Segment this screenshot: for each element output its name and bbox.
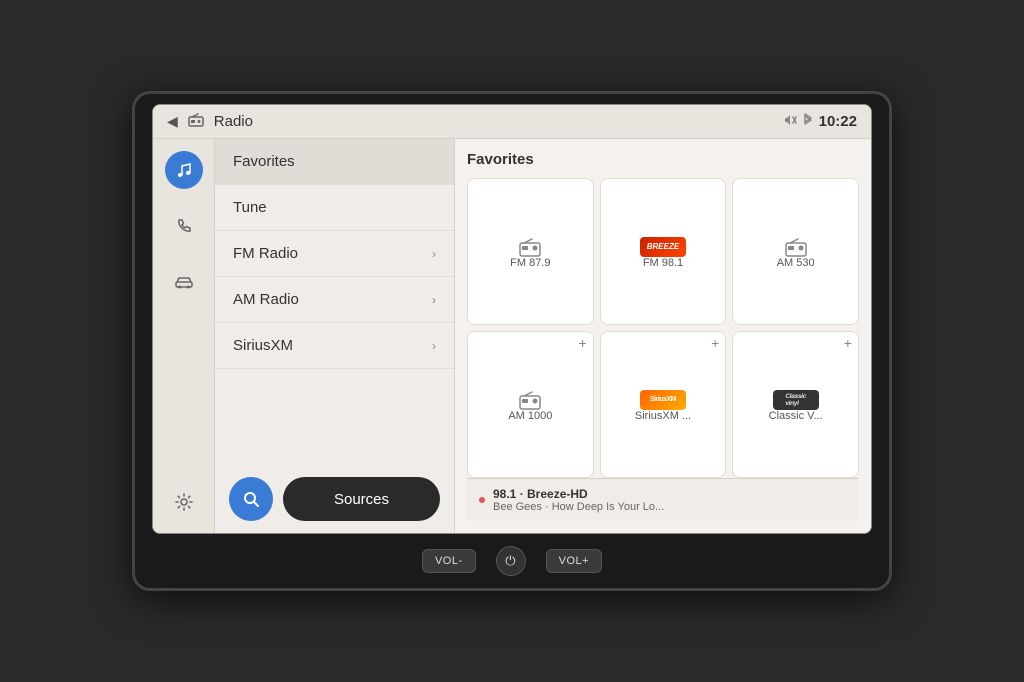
favorite-classic-vinyl[interactable]: + Classicvinyl Classic V... bbox=[732, 331, 859, 478]
add-favorite-button[interactable]: + bbox=[711, 336, 719, 350]
sidebar-item-phone[interactable] bbox=[165, 207, 203, 245]
now-playing-track: Bee Gees · How Deep Is Your Lo... bbox=[493, 501, 847, 513]
screen-header: ◀ Radio bbox=[153, 105, 871, 139]
bluetooth-icon bbox=[803, 113, 813, 130]
now-playing-bar: 98.1 · Breeze-HD Bee Gees · How Deep Is … bbox=[467, 478, 859, 521]
search-button[interactable] bbox=[229, 477, 273, 521]
infotainment-screen: ◀ Radio bbox=[152, 104, 872, 534]
fav-label-am530: AM 530 bbox=[777, 257, 815, 269]
menu-item-siriusxm[interactable]: SiriusXM › bbox=[215, 323, 454, 369]
screen-body: Favorites Tune FM Radio › AM Radio › Sir… bbox=[153, 139, 871, 533]
app-sidebar bbox=[153, 139, 215, 533]
siriusxm-logo: SiriusXM bbox=[640, 390, 686, 410]
sources-button[interactable]: Sources bbox=[283, 477, 440, 521]
add-favorite-button[interactable]: + bbox=[844, 336, 852, 350]
menu-item-favorites[interactable]: Favorites bbox=[215, 139, 454, 185]
mute-icon bbox=[783, 114, 797, 129]
sidebar-item-music[interactable] bbox=[165, 151, 203, 189]
now-playing-indicator bbox=[479, 497, 485, 503]
now-playing-station: 98.1 · Breeze-HD bbox=[493, 487, 847, 501]
fav-label-fm879: FM 87.9 bbox=[510, 257, 550, 269]
favorites-grid: FM 87.9 BREEZE FM 98.1 bbox=[467, 178, 859, 478]
favorite-am-530[interactable]: AM 530 bbox=[732, 178, 859, 325]
car-infotainment-frame: ◀ Radio bbox=[132, 91, 892, 591]
vol-minus-button[interactable]: VOL- bbox=[422, 549, 476, 573]
content-panel: Favorites FM 87.9 bbox=[455, 139, 871, 533]
classic-vinyl-logo: Classicvinyl bbox=[773, 390, 819, 410]
radio-icon bbox=[518, 390, 542, 410]
back-button[interactable]: ◀ bbox=[167, 113, 178, 130]
chevron-right-icon: › bbox=[432, 247, 436, 261]
menu-panel: Favorites Tune FM Radio › AM Radio › Sir… bbox=[215, 139, 455, 533]
menu-item-am-radio[interactable]: AM Radio › bbox=[215, 277, 454, 323]
now-playing-info: 98.1 · Breeze-HD Bee Gees · How Deep Is … bbox=[493, 487, 847, 513]
power-button[interactable]: ⏻ bbox=[496, 546, 526, 576]
menu-item-tune[interactable]: Tune bbox=[215, 185, 454, 231]
chevron-right-icon: › bbox=[432, 339, 436, 353]
add-favorite-button[interactable]: + bbox=[578, 336, 586, 350]
fm981-logo: BREEZE bbox=[640, 237, 686, 257]
favorite-fm-87-9[interactable]: FM 87.9 bbox=[467, 178, 594, 325]
sidebar-item-settings[interactable] bbox=[165, 483, 203, 521]
status-bar: 10:22 bbox=[783, 113, 857, 130]
menu-bottom-controls: Sources bbox=[215, 465, 454, 533]
radio-icon bbox=[784, 237, 808, 257]
menu-item-fm-radio[interactable]: FM Radio › bbox=[215, 231, 454, 277]
content-title: Favorites bbox=[467, 151, 859, 168]
screen-title: Radio bbox=[214, 113, 773, 130]
favorite-am-1000[interactable]: + AM 1000 bbox=[467, 331, 594, 478]
vol-plus-button[interactable]: VOL+ bbox=[546, 549, 602, 573]
physical-controls: VOL- ⏻ VOL+ bbox=[145, 534, 879, 584]
chevron-right-icon: › bbox=[432, 293, 436, 307]
favorite-fm-98-1[interactable]: BREEZE FM 98.1 bbox=[600, 178, 727, 325]
fav-label-am1000: AM 1000 bbox=[508, 410, 552, 422]
sidebar-item-car[interactable] bbox=[165, 263, 203, 301]
fav-label-siriusxm: SiriusXM ... bbox=[635, 410, 691, 422]
radio-icon bbox=[518, 237, 542, 257]
radio-header-icon bbox=[188, 113, 204, 130]
favorite-siriusxm[interactable]: + SiriusXM SiriusXM ... bbox=[600, 331, 727, 478]
fav-label-fm981: FM 98.1 bbox=[643, 257, 683, 269]
fav-label-classic-vinyl: Classic V... bbox=[769, 410, 823, 422]
clock-display: 10:22 bbox=[819, 113, 857, 130]
